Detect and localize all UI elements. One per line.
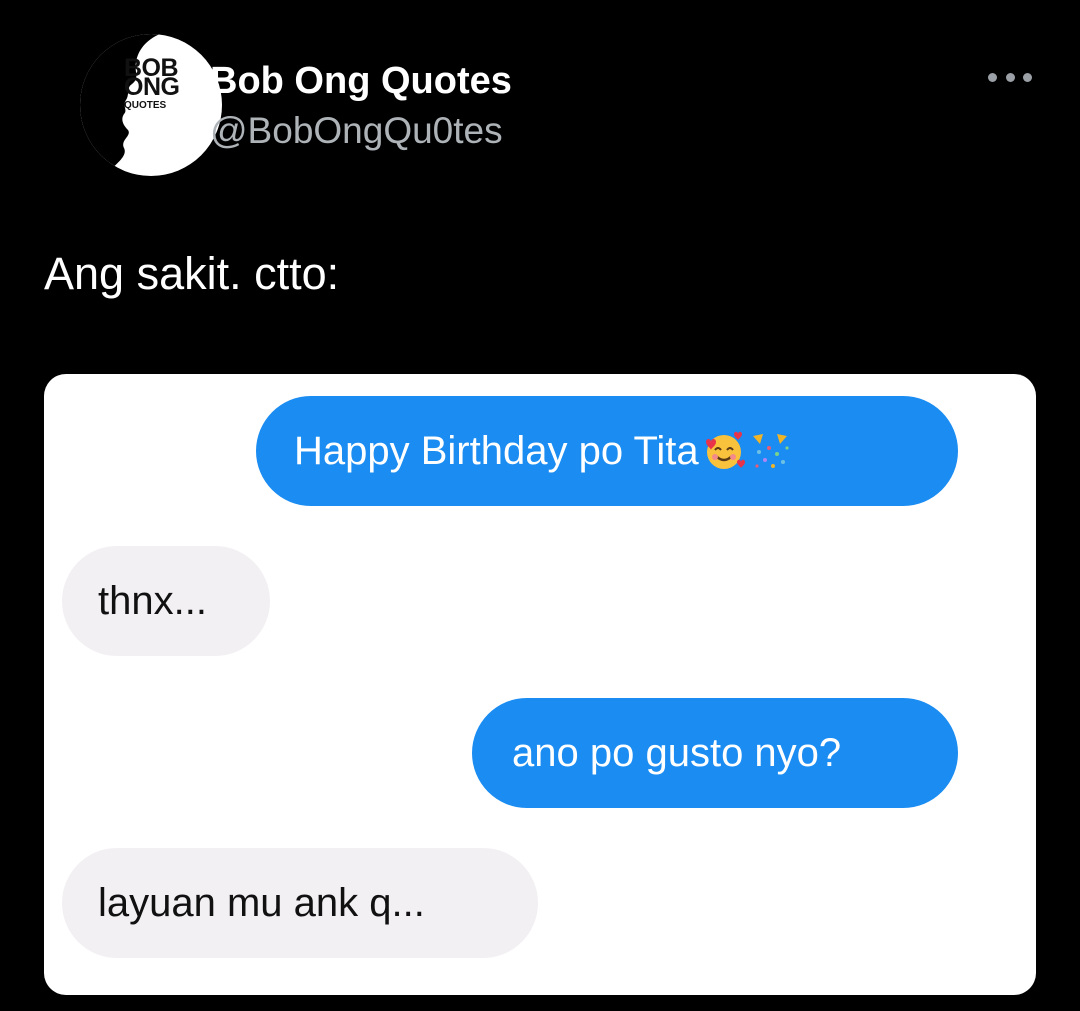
smiling-face-with-hearts-emoji-icon — [705, 431, 745, 469]
more-options-button[interactable] — [988, 62, 1032, 92]
tweet-media-image[interactable]: Happy Birthday po Tita thnx... ano po gu… — [44, 374, 1036, 995]
account-handle[interactable]: @BobOngQu0tes — [210, 110, 503, 152]
chat-message-text: thnx... — [98, 578, 207, 623]
chat-message-text: Happy Birthday po Tita — [294, 428, 699, 473]
chat-bubble-outgoing: Happy Birthday po Tita — [256, 396, 958, 506]
chat-bubble-incoming: layuan mu ank q... — [62, 848, 538, 958]
more-horizontal-icon — [1023, 72, 1032, 82]
party-popper-emoji-icon — [752, 434, 789, 468]
more-horizontal-icon — [1005, 72, 1015, 82]
account-name[interactable]: Bob Ong Quotes — [210, 60, 512, 103]
avatar-logo-word: QUOTES — [124, 100, 167, 111]
tweet-text: Ang sakit. ctto: — [44, 248, 340, 299]
chat-message-text: ano po gusto nyo? — [512, 730, 842, 775]
more-horizontal-icon — [988, 72, 997, 82]
chat-bubble-outgoing: ano po gusto nyo? — [472, 698, 958, 808]
chat-message-text: layuan mu ank q... — [98, 880, 425, 925]
avatar-logo-word: ONG — [124, 73, 180, 101]
chat-bubble-incoming: thnx... — [62, 546, 270, 656]
